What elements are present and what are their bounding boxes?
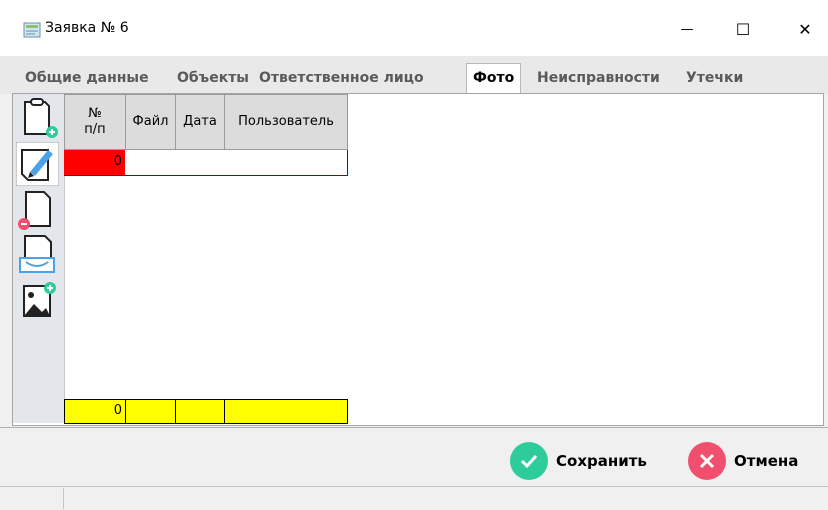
save-label: Сохранить bbox=[556, 452, 647, 470]
checkmark-icon bbox=[510, 442, 548, 480]
open-document-icon bbox=[19, 235, 55, 273]
add-document-button[interactable] bbox=[16, 96, 59, 140]
footer-file-cell bbox=[125, 399, 176, 424]
tab-responsible-person[interactable]: Ответственное лицо bbox=[259, 67, 424, 89]
column-header-date[interactable]: Дата bbox=[175, 94, 225, 150]
column-header-file[interactable]: Файл bbox=[125, 94, 176, 150]
delete-document-button[interactable] bbox=[16, 188, 59, 232]
tab-objects[interactable]: Объекты bbox=[177, 67, 249, 89]
add-document-icon bbox=[24, 98, 58, 138]
edit-document-icon bbox=[15, 141, 60, 187]
maximize-button[interactable]: ☐ bbox=[720, 10, 766, 48]
column-header-number[interactable]: № п/п bbox=[64, 94, 126, 150]
footer-date-cell bbox=[175, 399, 225, 424]
add-image-button[interactable] bbox=[16, 280, 59, 324]
cancel-button[interactable]: Отмена bbox=[688, 441, 798, 481]
date-cell[interactable] bbox=[175, 150, 225, 176]
title-bar: Заявка № 6 — ☐ ✕ bbox=[0, 0, 828, 56]
cancel-label: Отмена bbox=[734, 452, 799, 470]
tab-leaks[interactable]: Утечки bbox=[686, 67, 743, 89]
edit-document-button[interactable] bbox=[15, 141, 60, 187]
status-separator bbox=[63, 488, 64, 509]
side-toolbar bbox=[13, 94, 65, 423]
form-icon bbox=[23, 22, 41, 38]
minimize-icon: — bbox=[680, 21, 694, 37]
row-number-cell[interactable]: 0 bbox=[64, 150, 126, 176]
cross-icon bbox=[688, 442, 726, 480]
tab-photo[interactable]: Фото bbox=[466, 63, 522, 94]
tab-general[interactable]: Общие данные bbox=[25, 67, 149, 89]
close-icon: ✕ bbox=[798, 19, 812, 39]
file-cell[interactable] bbox=[125, 150, 176, 176]
footer-user-cell bbox=[224, 399, 348, 424]
minimize-button[interactable]: — bbox=[664, 10, 710, 48]
column-header-user[interactable]: Пользователь bbox=[224, 94, 348, 150]
status-bar bbox=[0, 486, 828, 510]
maximize-icon: ☐ bbox=[735, 19, 751, 39]
delete-document-icon bbox=[18, 191, 51, 230]
user-cell[interactable] bbox=[224, 150, 348, 176]
divider bbox=[0, 427, 828, 428]
add-image-icon bbox=[23, 282, 56, 317]
open-document-button[interactable] bbox=[16, 234, 59, 278]
save-button[interactable]: Сохранить bbox=[510, 441, 647, 481]
footer-count-cell: 0 bbox=[64, 399, 126, 424]
tab-malfunctions[interactable]: Неисправности bbox=[537, 67, 660, 89]
close-button[interactable]: ✕ bbox=[782, 10, 828, 48]
window-title: Заявка № 6 bbox=[45, 20, 129, 36]
